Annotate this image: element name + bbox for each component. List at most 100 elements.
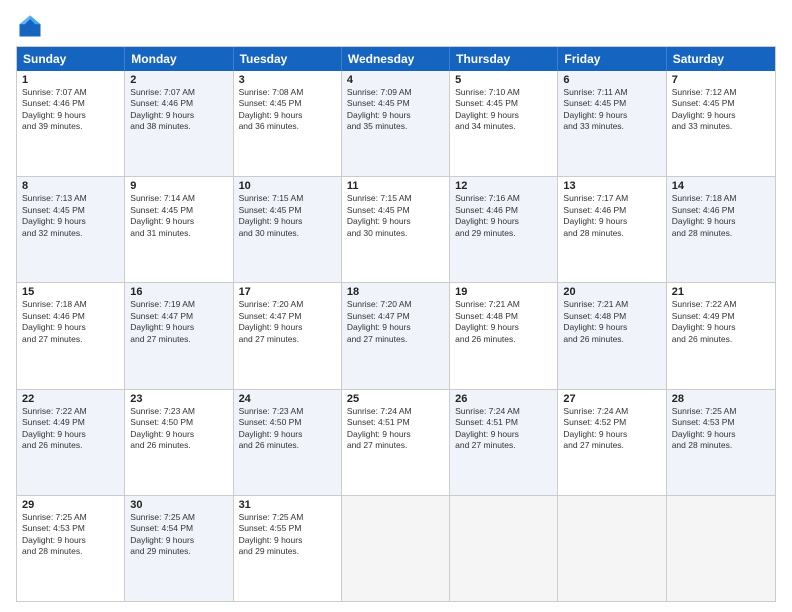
calendar-cell: 15Sunrise: 7:18 AM Sunset: 4:46 PM Dayli… [17,283,125,388]
calendar-cell: 29Sunrise: 7:25 AM Sunset: 4:53 PM Dayli… [17,496,125,601]
day-number: 18 [347,286,444,298]
day-number: 23 [130,393,227,405]
day-number: 16 [130,286,227,298]
calendar-cell [667,496,775,601]
calendar-cell: 12Sunrise: 7:16 AM Sunset: 4:46 PM Dayli… [450,177,558,282]
cell-details: Sunrise: 7:25 AM Sunset: 4:55 PM Dayligh… [239,512,336,558]
cell-details: Sunrise: 7:25 AM Sunset: 4:53 PM Dayligh… [672,406,770,452]
cell-details: Sunrise: 7:17 AM Sunset: 4:46 PM Dayligh… [563,193,660,239]
cell-details: Sunrise: 7:24 AM Sunset: 4:51 PM Dayligh… [347,406,444,452]
calendar-cell: 11Sunrise: 7:15 AM Sunset: 4:45 PM Dayli… [342,177,450,282]
day-number: 10 [239,180,336,192]
day-number: 29 [22,499,119,511]
day-number: 4 [347,74,444,86]
day-number: 17 [239,286,336,298]
calendar-cell: 10Sunrise: 7:15 AM Sunset: 4:45 PM Dayli… [234,177,342,282]
day-number: 26 [455,393,552,405]
calendar-cell: 25Sunrise: 7:24 AM Sunset: 4:51 PM Dayli… [342,390,450,495]
cell-details: Sunrise: 7:11 AM Sunset: 4:45 PM Dayligh… [563,87,660,133]
cell-details: Sunrise: 7:22 AM Sunset: 4:49 PM Dayligh… [22,406,119,452]
calendar-cell [342,496,450,601]
day-number: 31 [239,499,336,511]
calendar-cell: 17Sunrise: 7:20 AM Sunset: 4:47 PM Dayli… [234,283,342,388]
cell-details: Sunrise: 7:14 AM Sunset: 4:45 PM Dayligh… [130,193,227,239]
calendar-cell: 16Sunrise: 7:19 AM Sunset: 4:47 PM Dayli… [125,283,233,388]
cell-details: Sunrise: 7:23 AM Sunset: 4:50 PM Dayligh… [130,406,227,452]
day-number: 9 [130,180,227,192]
calendar-cell: 3Sunrise: 7:08 AM Sunset: 4:45 PM Daylig… [234,71,342,176]
day-number: 14 [672,180,770,192]
day-number: 2 [130,74,227,86]
logo [16,12,48,40]
calendar-cell: 26Sunrise: 7:24 AM Sunset: 4:51 PM Dayli… [450,390,558,495]
day-number: 12 [455,180,552,192]
calendar-cell: 5Sunrise: 7:10 AM Sunset: 4:45 PM Daylig… [450,71,558,176]
logo-icon [16,12,44,40]
cell-details: Sunrise: 7:15 AM Sunset: 4:45 PM Dayligh… [239,193,336,239]
cell-details: Sunrise: 7:20 AM Sunset: 4:47 PM Dayligh… [347,299,444,345]
calendar-row: 15Sunrise: 7:18 AM Sunset: 4:46 PM Dayli… [17,282,775,388]
calendar-cell: 21Sunrise: 7:22 AM Sunset: 4:49 PM Dayli… [667,283,775,388]
calendar-cell: 23Sunrise: 7:23 AM Sunset: 4:50 PM Dayli… [125,390,233,495]
cell-details: Sunrise: 7:20 AM Sunset: 4:47 PM Dayligh… [239,299,336,345]
day-number: 28 [672,393,770,405]
cell-details: Sunrise: 7:24 AM Sunset: 4:51 PM Dayligh… [455,406,552,452]
cell-details: Sunrise: 7:07 AM Sunset: 4:46 PM Dayligh… [130,87,227,133]
day-number: 25 [347,393,444,405]
cell-details: Sunrise: 7:25 AM Sunset: 4:54 PM Dayligh… [130,512,227,558]
cell-details: Sunrise: 7:18 AM Sunset: 4:46 PM Dayligh… [22,299,119,345]
cell-details: Sunrise: 7:09 AM Sunset: 4:45 PM Dayligh… [347,87,444,133]
calendar-cell: 4Sunrise: 7:09 AM Sunset: 4:45 PM Daylig… [342,71,450,176]
day-number: 11 [347,180,444,192]
day-number: 15 [22,286,119,298]
calendar-cell: 14Sunrise: 7:18 AM Sunset: 4:46 PM Dayli… [667,177,775,282]
calendar-cell: 31Sunrise: 7:25 AM Sunset: 4:55 PM Dayli… [234,496,342,601]
calendar-row: 22Sunrise: 7:22 AM Sunset: 4:49 PM Dayli… [17,389,775,495]
calendar-cell: 9Sunrise: 7:14 AM Sunset: 4:45 PM Daylig… [125,177,233,282]
calendar-cell: 30Sunrise: 7:25 AM Sunset: 4:54 PM Dayli… [125,496,233,601]
day-number: 13 [563,180,660,192]
cell-details: Sunrise: 7:12 AM Sunset: 4:45 PM Dayligh… [672,87,770,133]
cell-details: Sunrise: 7:24 AM Sunset: 4:52 PM Dayligh… [563,406,660,452]
cal-header-cell: Thursday [450,47,558,71]
header [16,12,776,40]
day-number: 27 [563,393,660,405]
day-number: 1 [22,74,119,86]
calendar-cell: 8Sunrise: 7:13 AM Sunset: 4:45 PM Daylig… [17,177,125,282]
calendar-cell: 22Sunrise: 7:22 AM Sunset: 4:49 PM Dayli… [17,390,125,495]
cell-details: Sunrise: 7:25 AM Sunset: 4:53 PM Dayligh… [22,512,119,558]
cell-details: Sunrise: 7:10 AM Sunset: 4:45 PM Dayligh… [455,87,552,133]
cell-details: Sunrise: 7:15 AM Sunset: 4:45 PM Dayligh… [347,193,444,239]
calendar-cell: 2Sunrise: 7:07 AM Sunset: 4:46 PM Daylig… [125,71,233,176]
page: SundayMondayTuesdayWednesdayThursdayFrid… [0,0,792,612]
cell-details: Sunrise: 7:16 AM Sunset: 4:46 PM Dayligh… [455,193,552,239]
calendar-cell [558,496,666,601]
cell-details: Sunrise: 7:18 AM Sunset: 4:46 PM Dayligh… [672,193,770,239]
calendar-cell [450,496,558,601]
calendar-cell: 13Sunrise: 7:17 AM Sunset: 4:46 PM Dayli… [558,177,666,282]
cal-header-cell: Tuesday [234,47,342,71]
calendar-row: 29Sunrise: 7:25 AM Sunset: 4:53 PM Dayli… [17,495,775,601]
calendar-cell: 20Sunrise: 7:21 AM Sunset: 4:48 PM Dayli… [558,283,666,388]
cell-details: Sunrise: 7:21 AM Sunset: 4:48 PM Dayligh… [563,299,660,345]
calendar: SundayMondayTuesdayWednesdayThursdayFrid… [16,46,776,602]
cell-details: Sunrise: 7:22 AM Sunset: 4:49 PM Dayligh… [672,299,770,345]
cell-details: Sunrise: 7:08 AM Sunset: 4:45 PM Dayligh… [239,87,336,133]
day-number: 24 [239,393,336,405]
calendar-cell: 1Sunrise: 7:07 AM Sunset: 4:46 PM Daylig… [17,71,125,176]
cal-header-cell: Saturday [667,47,775,71]
cal-header-cell: Monday [125,47,233,71]
calendar-row: 1Sunrise: 7:07 AM Sunset: 4:46 PM Daylig… [17,71,775,176]
cell-details: Sunrise: 7:07 AM Sunset: 4:46 PM Dayligh… [22,87,119,133]
calendar-cell: 27Sunrise: 7:24 AM Sunset: 4:52 PM Dayli… [558,390,666,495]
day-number: 5 [455,74,552,86]
day-number: 30 [130,499,227,511]
day-number: 8 [22,180,119,192]
calendar-cell: 24Sunrise: 7:23 AM Sunset: 4:50 PM Dayli… [234,390,342,495]
cell-details: Sunrise: 7:19 AM Sunset: 4:47 PM Dayligh… [130,299,227,345]
calendar-cell: 7Sunrise: 7:12 AM Sunset: 4:45 PM Daylig… [667,71,775,176]
calendar-cell: 28Sunrise: 7:25 AM Sunset: 4:53 PM Dayli… [667,390,775,495]
cal-header-cell: Friday [558,47,666,71]
calendar-body: 1Sunrise: 7:07 AM Sunset: 4:46 PM Daylig… [17,71,775,601]
day-number: 3 [239,74,336,86]
